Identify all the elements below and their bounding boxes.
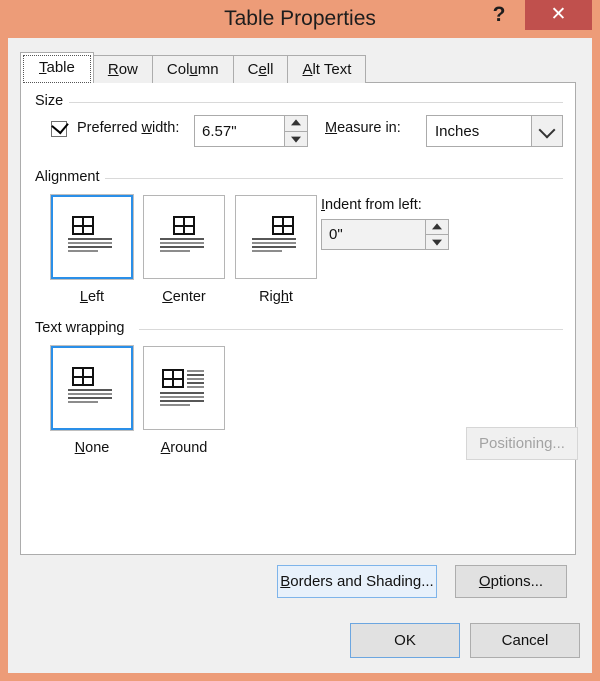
- alignment-option-center[interactable]: [143, 195, 225, 279]
- cancel-button-label: Cancel: [501, 632, 549, 649]
- measure-in-label: Measure in:: [325, 120, 401, 136]
- size-group-label: Size: [35, 93, 70, 109]
- dialog-body: Table Row Column Cell Alt Text Size Pref…: [8, 38, 592, 673]
- alignment-option-left[interactable]: [51, 195, 133, 279]
- tab-column-accel: u: [189, 61, 198, 78]
- measure-in-dropdown[interactable]: Inches: [426, 115, 563, 147]
- align-right-icon: [250, 216, 302, 258]
- preferred-width-spinner[interactable]: 6.57": [194, 115, 308, 147]
- wrapping-option-none[interactable]: [51, 346, 133, 430]
- alignment-group-rule: [105, 178, 563, 179]
- tab-column-label: mn: [197, 61, 219, 78]
- tab-table[interactable]: Table: [20, 52, 94, 83]
- ok-button[interactable]: OK: [350, 623, 460, 658]
- preferred-width-checkbox[interactable]: [51, 116, 69, 137]
- positioning-button: Positioning...: [466, 427, 578, 460]
- indent-from-left-input[interactable]: 0": [322, 220, 425, 249]
- borders-and-shading-button[interactable]: Borders and Shading...: [277, 565, 437, 598]
- borders-and-shading-label: Borders and Shading...: [280, 573, 434, 590]
- spin-down-button[interactable]: [285, 130, 307, 146]
- positioning-button-label: Positioning...: [479, 435, 565, 452]
- alignment-option-right[interactable]: [235, 195, 317, 279]
- preferred-width-input[interactable]: 6.57": [195, 116, 284, 146]
- size-group-rule: [69, 102, 563, 103]
- tab-cell[interactable]: Cell: [232, 55, 289, 83]
- tab-strip: Table Row Column Cell Alt Text: [20, 52, 367, 83]
- tab-cell-label: ll: [266, 61, 274, 78]
- tab-alt-text-label: lt Text: [312, 61, 352, 78]
- measure-in-value: Inches: [435, 122, 480, 140]
- caret-down-icon: [291, 136, 301, 143]
- chevron-down-icon: [538, 121, 556, 138]
- wrapping-option-around[interactable]: [143, 346, 225, 430]
- measure-in-drop-button[interactable]: [531, 116, 562, 146]
- wrapping-caption-around: Around: [160, 440, 208, 456]
- alignment-caption-right: Right: [259, 289, 293, 305]
- spin-up-button[interactable]: [285, 116, 307, 131]
- ok-button-label: OK: [394, 632, 416, 649]
- wrapping-group-label: Text wrapping: [35, 320, 131, 336]
- indent-spin-arrows: [425, 220, 448, 249]
- alignment-caption-left: Left: [79, 289, 105, 305]
- tab-alt-text-accel: A: [302, 61, 313, 78]
- caret-down-icon: [432, 239, 442, 246]
- wrapping-caption-none: None: [74, 440, 110, 456]
- align-left-icon: [66, 216, 118, 258]
- tab-table-accel: T: [39, 59, 47, 76]
- indent-spin-down-button[interactable]: [426, 234, 448, 249]
- indent-from-left-label: Indent from left:: [321, 197, 422, 213]
- indent-from-left-spinner[interactable]: 0": [321, 219, 449, 250]
- options-button-label: Options...: [478, 573, 544, 590]
- table-tab-panel: Size Preferred width: 6.57" Measure in: …: [20, 82, 578, 555]
- cancel-button[interactable]: Cancel: [470, 623, 580, 658]
- tab-table-label: able: [46, 59, 75, 76]
- checkmark-icon: [51, 116, 69, 135]
- indent-spin-up-button[interactable]: [426, 220, 448, 234]
- title-bar: Table Properties ? ✕: [0, 0, 600, 38]
- tab-row-label: ow: [118, 61, 138, 78]
- tab-alt-text[interactable]: Alt Text: [287, 55, 367, 83]
- tab-cell-accel: e: [258, 61, 267, 78]
- tab-column[interactable]: Column: [151, 55, 234, 83]
- align-center-icon: [158, 216, 210, 258]
- caret-up-icon: [432, 223, 442, 230]
- preferred-width-spin-arrows: [284, 116, 307, 146]
- table-properties-dialog: Table Properties ? ✕ Table Row Column Ce…: [0, 0, 600, 681]
- wrapping-group-rule: [139, 329, 563, 330]
- preferred-width-label: Preferred width:: [77, 120, 180, 136]
- alignment-caption-center: Center: [162, 289, 206, 305]
- tab-row[interactable]: Row: [92, 55, 153, 83]
- wrap-around-icon: [158, 367, 210, 409]
- close-icon[interactable]: ✕: [525, 0, 592, 30]
- options-button[interactable]: Options...: [455, 565, 567, 598]
- caret-up-icon: [291, 119, 301, 126]
- tab-row-accel: R: [107, 61, 119, 78]
- alignment-group-label: Alignment: [35, 169, 106, 185]
- help-icon[interactable]: ?: [482, 0, 516, 30]
- wrap-none-icon: [66, 367, 118, 409]
